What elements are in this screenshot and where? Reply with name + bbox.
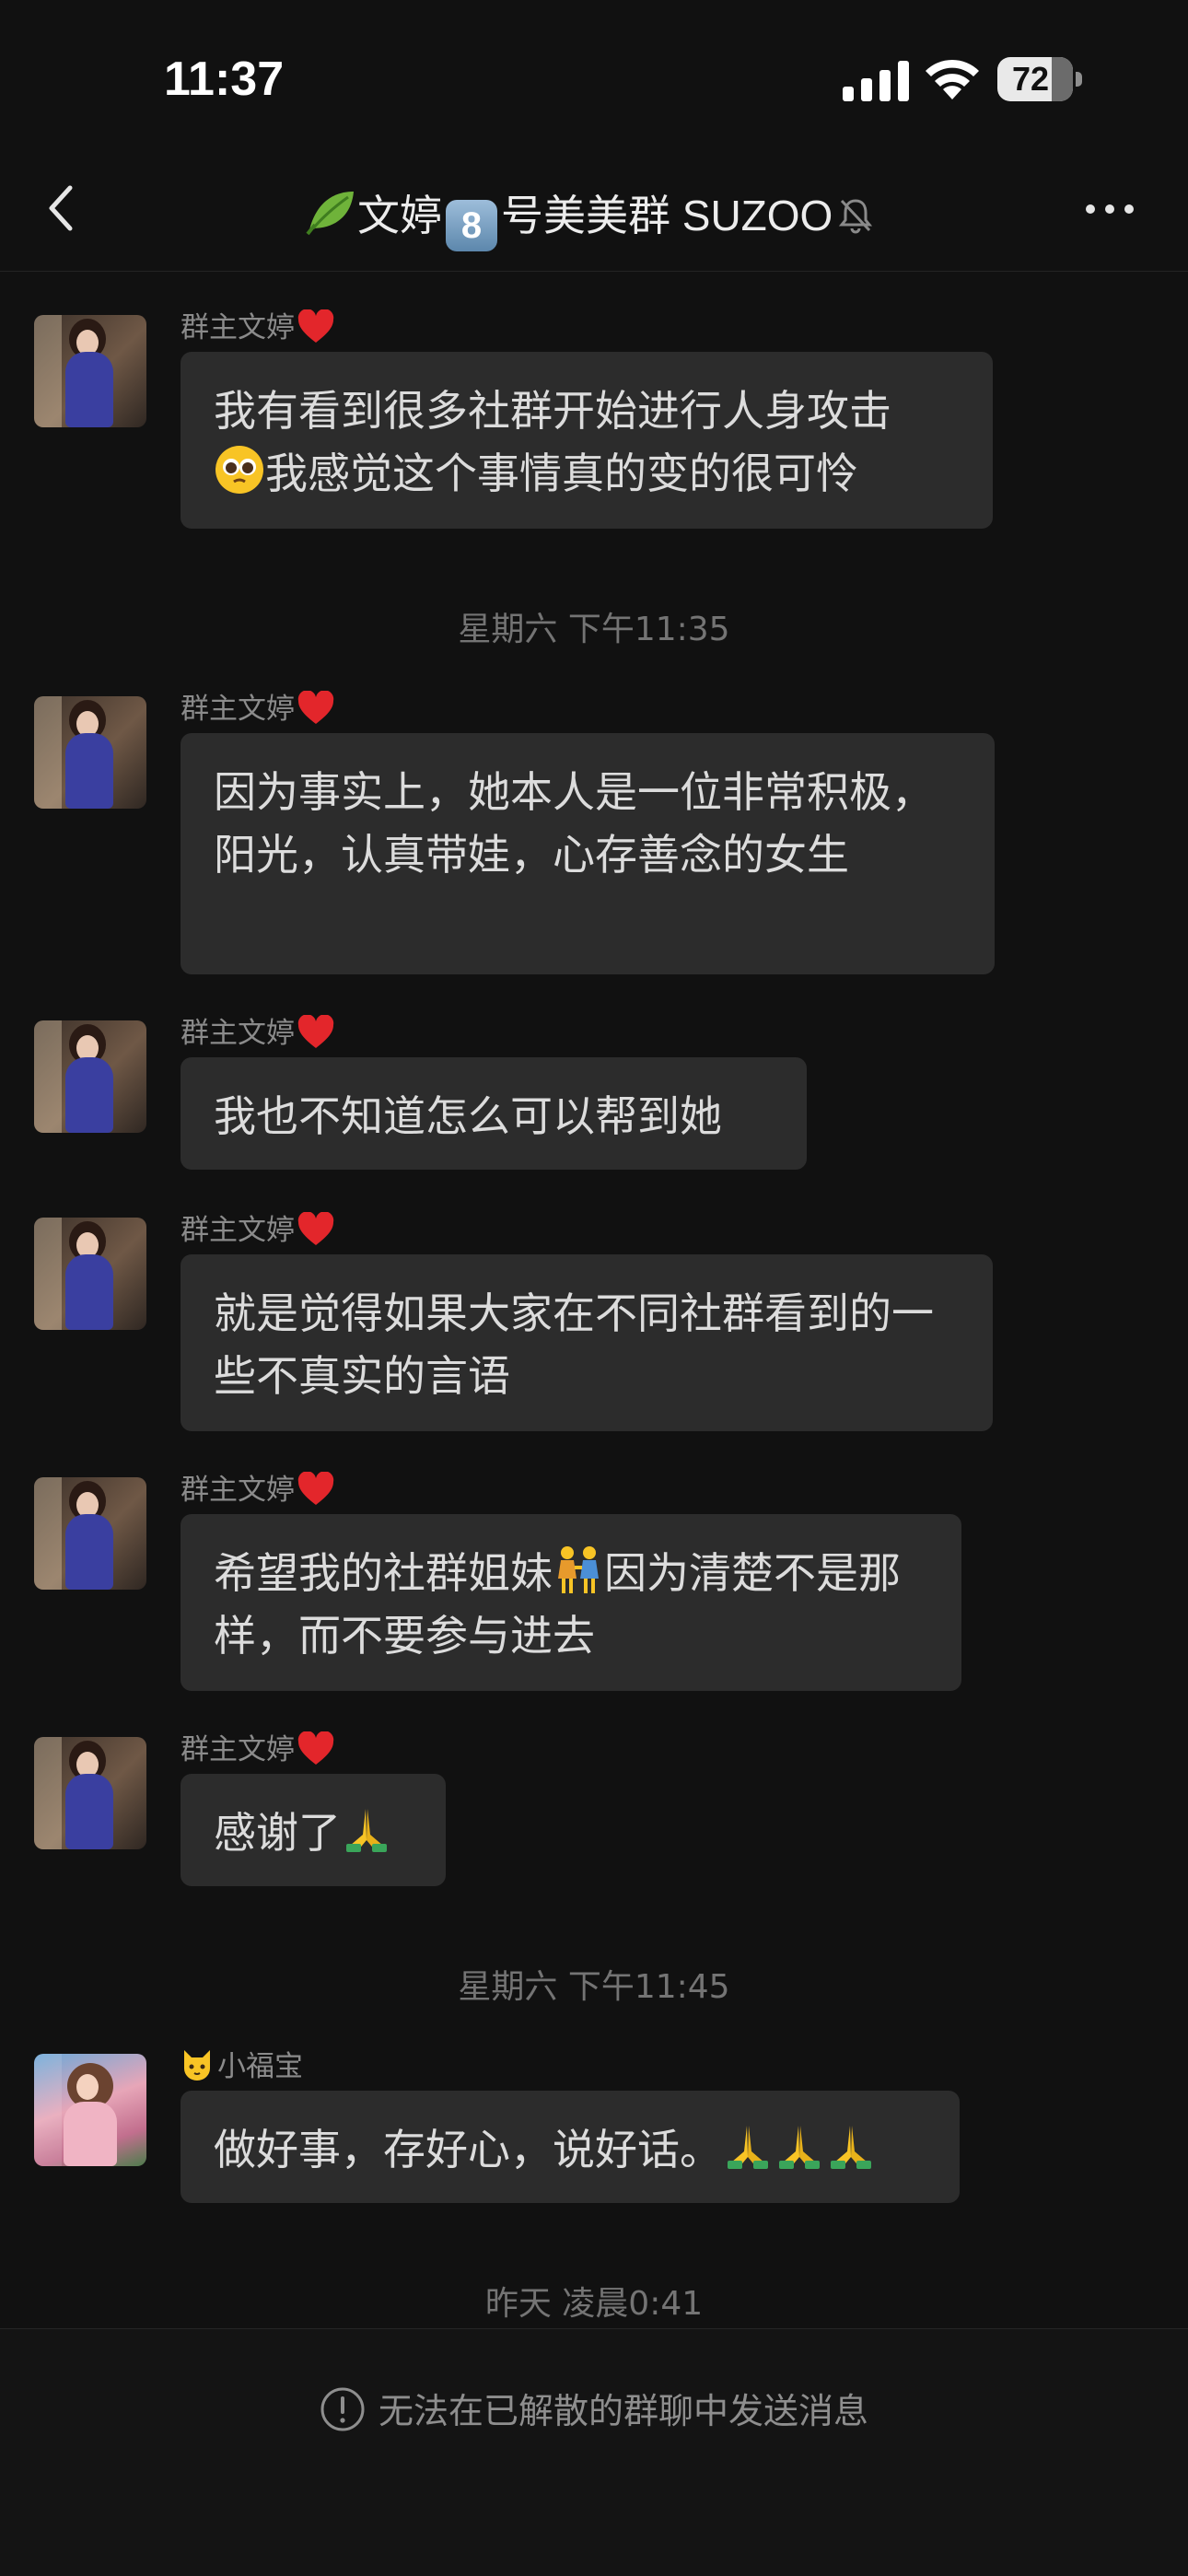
heart-icon bbox=[297, 309, 334, 343]
heart-icon bbox=[297, 1212, 334, 1245]
timestamp: 星期六 下午11:35 bbox=[458, 611, 730, 648]
folded-hands-icon bbox=[346, 1809, 387, 1852]
pleading-face-icon bbox=[215, 446, 263, 494]
heart-icon bbox=[297, 1731, 334, 1765]
message-text: 因为事实上，她本人是一位非常积极，阳光，认真带娃，心存善念的女生 bbox=[214, 767, 934, 880]
chat-title-part1: 文婷 bbox=[357, 192, 442, 239]
exclamation-circle-icon bbox=[320, 2387, 365, 2431]
message-bubble[interactable]: 做好事，存好心，说好话。 bbox=[181, 2091, 960, 2203]
sender-name: 小福宝 bbox=[181, 2043, 303, 2084]
message-text: 希望我的社群姐妹 bbox=[214, 1548, 553, 1598]
cat-face-icon bbox=[184, 2050, 210, 2081]
sender-name: 群主文婷 bbox=[181, 685, 335, 727]
timestamp: 星期六 下午11:45 bbox=[458, 1968, 730, 2006]
heart-icon bbox=[297, 691, 334, 724]
sender-name: 群主文婷 bbox=[181, 1726, 335, 1767]
chat-title-part2: 号美美群 SUZOO bbox=[501, 192, 833, 239]
sender-name: 群主文婷 bbox=[181, 304, 335, 345]
women-holding-hands-icon bbox=[558, 1546, 599, 1593]
disabled-notice-text: 无法在已解散的群聊中发送消息 bbox=[378, 2391, 868, 2431]
avatar[interactable] bbox=[34, 1477, 146, 1590]
wifi-icon bbox=[926, 59, 979, 99]
message-text: 感谢了 bbox=[214, 1808, 341, 1858]
heart-icon bbox=[297, 1472, 334, 1505]
folded-hands-icon bbox=[728, 2126, 768, 2169]
battery-icon: 72 bbox=[997, 57, 1082, 101]
message-text: 我感觉这个事情真的变的很可怜 bbox=[265, 449, 858, 498]
message-bubble[interactable]: 感谢了 bbox=[181, 1774, 446, 1886]
chat-title[interactable]: 文婷 8 号美美群 SUZOO bbox=[304, 182, 930, 251]
message-bubble[interactable]: 我也不知道怎么可以帮到她 bbox=[181, 1057, 807, 1170]
bell-muted-icon bbox=[839, 199, 873, 234]
keycap-8-icon: 8 bbox=[446, 200, 497, 251]
message-bubble[interactable]: 我有看到很多社群开始进行人身攻击 我感觉这个事情真的变的很可怜 bbox=[181, 352, 993, 529]
chat-header: 文婷 8 号美美群 SUZOO bbox=[0, 157, 1188, 272]
timestamp: 昨天 凌晨0:41 bbox=[484, 2285, 704, 2323]
back-icon[interactable] bbox=[42, 181, 79, 236]
avatar[interactable] bbox=[34, 2054, 146, 2166]
cellular-signal-icon bbox=[843, 61, 909, 101]
disabled-notice: 无法在已解散的群聊中发送消息 bbox=[0, 2383, 1188, 2433]
sender-name: 群主文婷 bbox=[181, 1206, 335, 1248]
status-time: 11:37 bbox=[164, 52, 285, 106]
message-bubble[interactable]: 希望我的社群姐妹 因为清楚不是那样，而不要参与进去 bbox=[181, 1514, 961, 1691]
message-text: 我有看到很多社群开始进行人身攻击 bbox=[214, 386, 891, 436]
sender-name: 群主文婷 bbox=[181, 1009, 335, 1051]
avatar[interactable] bbox=[34, 696, 146, 809]
folded-hands-icon bbox=[831, 2126, 871, 2169]
status-bar: 11:37 72 bbox=[0, 0, 1188, 157]
avatar[interactable] bbox=[34, 315, 146, 427]
message-text: 就是觉得如果大家在不同社群看到的一些不真实的言语 bbox=[214, 1288, 934, 1401]
avatar[interactable] bbox=[34, 1218, 146, 1330]
message-bubble[interactable]: 就是觉得如果大家在不同社群看到的一些不真实的言语 bbox=[181, 1254, 993, 1431]
message-bubble[interactable]: 因为事实上，她本人是一位非常积极，阳光，认真带娃，心存善念的女生 bbox=[181, 733, 995, 974]
avatar[interactable] bbox=[34, 1020, 146, 1133]
leaf-icon bbox=[306, 192, 354, 236]
message-text: 我也不知道怎么可以帮到她 bbox=[214, 1091, 722, 1141]
message-text: 做好事，存好心，说好话。 bbox=[214, 2125, 722, 2174]
avatar[interactable] bbox=[34, 1737, 146, 1849]
input-area: 无法在已解散的群聊中发送消息 bbox=[0, 2328, 1188, 2576]
folded-hands-icon bbox=[779, 2126, 820, 2169]
sender-name: 群主文婷 bbox=[181, 1466, 335, 1508]
heart-icon bbox=[297, 1015, 334, 1048]
battery-level: 72 bbox=[1011, 60, 1050, 98]
more-icon[interactable] bbox=[1083, 195, 1136, 223]
